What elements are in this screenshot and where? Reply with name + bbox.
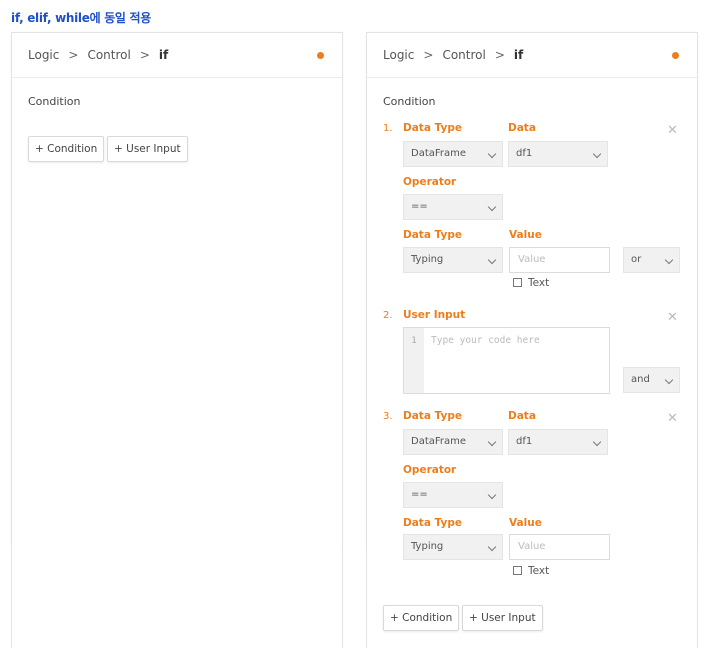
- operator-label: Operator: [403, 176, 457, 188]
- text-checkbox[interactable]: Text: [513, 277, 549, 289]
- value-label: Value: [509, 517, 542, 529]
- add-condition-button[interactable]: + Condition: [383, 605, 460, 631]
- value-data-type-select[interactable]: Typing: [403, 534, 503, 560]
- remove-condition-close-icon[interactable]: ✕: [667, 124, 678, 137]
- condition-title: Condition: [383, 95, 436, 108]
- data-type-label: Data Type: [403, 410, 462, 422]
- line-number-gutter: 1: [404, 328, 424, 393]
- header-divider: [367, 77, 697, 78]
- operator-select[interactable]: ==: [403, 194, 503, 220]
- connector-select[interactable]: and: [623, 367, 680, 393]
- chevron-down-icon: [487, 255, 497, 265]
- breadcrumb-separator-icon: >: [68, 48, 79, 62]
- value-input[interactable]: Value: [509, 247, 610, 273]
- breadcrumb: Logic > Control > if: [28, 48, 168, 62]
- remove-condition-close-icon[interactable]: ✕: [667, 311, 678, 324]
- header-divider: [12, 77, 342, 78]
- breadcrumb: Logic > Control > if: [383, 48, 523, 62]
- condition-number: 1.: [383, 123, 393, 134]
- data-select-value: df1: [516, 148, 533, 159]
- connector-select-value: and: [631, 374, 650, 385]
- code-editor[interactable]: 1 Type your code here: [403, 327, 610, 394]
- chevron-down-icon: [487, 542, 497, 552]
- value-data-type-label: Data Type: [403, 517, 462, 529]
- operator-select-value: ==: [411, 201, 428, 212]
- status-dot-icon: [317, 52, 324, 59]
- breadcrumb-item-current: if: [158, 48, 169, 62]
- data-label: Data: [508, 122, 536, 134]
- chevron-down-icon: [487, 437, 497, 447]
- checkbox-icon: [513, 277, 522, 287]
- breadcrumb-item-control[interactable]: Control: [87, 48, 130, 62]
- code-placeholder: Type your code here: [431, 335, 540, 346]
- connector-select-value: or: [631, 254, 642, 265]
- page-caption: if, elif, while에 동일 적용: [11, 11, 152, 25]
- chevron-down-icon: [487, 202, 497, 212]
- data-select-value: df1: [516, 436, 533, 447]
- chevron-down-icon: [487, 149, 497, 159]
- breadcrumb-item-logic[interactable]: Logic: [28, 48, 59, 62]
- breadcrumb-item-logic[interactable]: Logic: [383, 48, 414, 62]
- operator-label: Operator: [403, 464, 457, 476]
- connector-select[interactable]: or: [623, 247, 680, 273]
- condition-number: 2.: [383, 310, 393, 321]
- value-data-type-label: Data Type: [403, 229, 462, 241]
- operator-select-value: ==: [411, 489, 428, 500]
- condition-number: 3.: [383, 411, 393, 422]
- left-panel-continuation: [11, 546, 343, 648]
- add-user-input-button[interactable]: + User Input: [462, 605, 543, 631]
- add-user-input-button[interactable]: + User Input: [107, 136, 188, 162]
- condition-title: Condition: [28, 95, 81, 108]
- data-select[interactable]: df1: [508, 141, 608, 167]
- remove-condition-close-icon[interactable]: ✕: [667, 412, 678, 425]
- breadcrumb-item-current: if: [513, 48, 524, 62]
- data-type-select-value: DataFrame: [411, 148, 467, 159]
- breadcrumb-separator-icon: >: [423, 48, 434, 62]
- data-type-select[interactable]: DataFrame: [403, 141, 503, 167]
- value-input[interactable]: Value: [509, 534, 610, 560]
- breadcrumb-separator-icon: >: [494, 48, 505, 62]
- value-data-type-select-value: Typing: [411, 541, 444, 552]
- breadcrumb-separator-icon: >: [139, 48, 150, 62]
- right-panel-continuation: Typing Value Text + Condition + User Inp…: [366, 534, 698, 648]
- breadcrumb-item-control[interactable]: Control: [442, 48, 485, 62]
- text-checkbox-label: Text: [528, 565, 550, 577]
- text-checkbox[interactable]: Text: [513, 565, 549, 577]
- chevron-down-icon: [592, 149, 602, 159]
- user-input-label: User Input: [403, 309, 466, 321]
- data-type-label: Data Type: [403, 122, 462, 134]
- operator-select[interactable]: ==: [403, 482, 503, 508]
- value-data-type-select[interactable]: Typing: [403, 247, 503, 273]
- status-dot-icon: [672, 52, 679, 59]
- chevron-down-icon: [592, 437, 602, 447]
- checkbox-icon: [513, 565, 522, 575]
- value-label: Value: [509, 229, 542, 241]
- right-panel: Logic > Control > if Condition 1. Data Type …: [366, 32, 698, 547]
- data-type-select[interactable]: DataFrame: [403, 429, 503, 455]
- chevron-down-icon: [664, 375, 674, 385]
- value-data-type-select-value: Typing: [411, 254, 444, 265]
- data-label: Data: [508, 410, 536, 422]
- data-select[interactable]: df1: [508, 429, 608, 455]
- chevron-down-icon: [487, 490, 497, 500]
- text-checkbox-label: Text: [528, 277, 550, 289]
- data-type-select-value: DataFrame: [411, 436, 467, 447]
- left-panel: Logic > Control > if Condition + Condition +…: [11, 32, 343, 547]
- add-condition-button[interactable]: + Condition: [28, 136, 105, 162]
- chevron-down-icon: [664, 255, 674, 265]
